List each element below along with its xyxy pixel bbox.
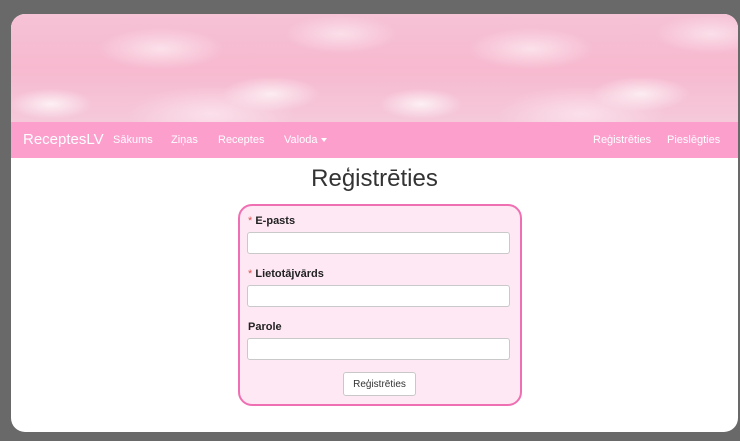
nav-item-zinas[interactable]: Ziņas [171,122,198,158]
browser-page: ReceptesLV Sākums Ziņas Receptes Valoda … [11,14,738,432]
nav-item-sakums[interactable]: Sākums [113,122,153,158]
password-label: Parole [248,321,282,333]
brand-link[interactable]: ReceptesLV [23,122,104,158]
register-button[interactable]: Reģistrēties [343,372,416,396]
email-label: * E-pasts [248,215,295,227]
nav-item-pieslegties[interactable]: Pieslēgties [667,122,720,158]
registration-form: * E-pasts * Lietotājvārds Parole Reģistr… [238,204,522,406]
nav-item-valoda-dropdown[interactable]: Valoda [284,122,328,158]
username-field[interactable] [247,285,510,307]
required-marker: * [248,215,253,227]
required-marker: * [248,268,253,280]
password-field[interactable] [247,338,510,360]
email-label-text: E-pasts [255,215,296,227]
nav-item-valoda-label: Valoda [284,134,318,146]
username-label-text: Lietotājvārds [255,268,324,280]
cloud-banner [11,14,738,122]
username-label: * Lietotājvārds [248,268,324,280]
page-title: Reģistrēties [311,165,438,192]
nav-item-registreties[interactable]: Reģistrēties [593,122,651,158]
email-field[interactable] [247,232,510,254]
navbar: ReceptesLV Sākums Ziņas Receptes Valoda … [11,122,738,158]
nav-item-receptes[interactable]: Receptes [218,122,264,158]
caret-down-icon [321,138,328,143]
